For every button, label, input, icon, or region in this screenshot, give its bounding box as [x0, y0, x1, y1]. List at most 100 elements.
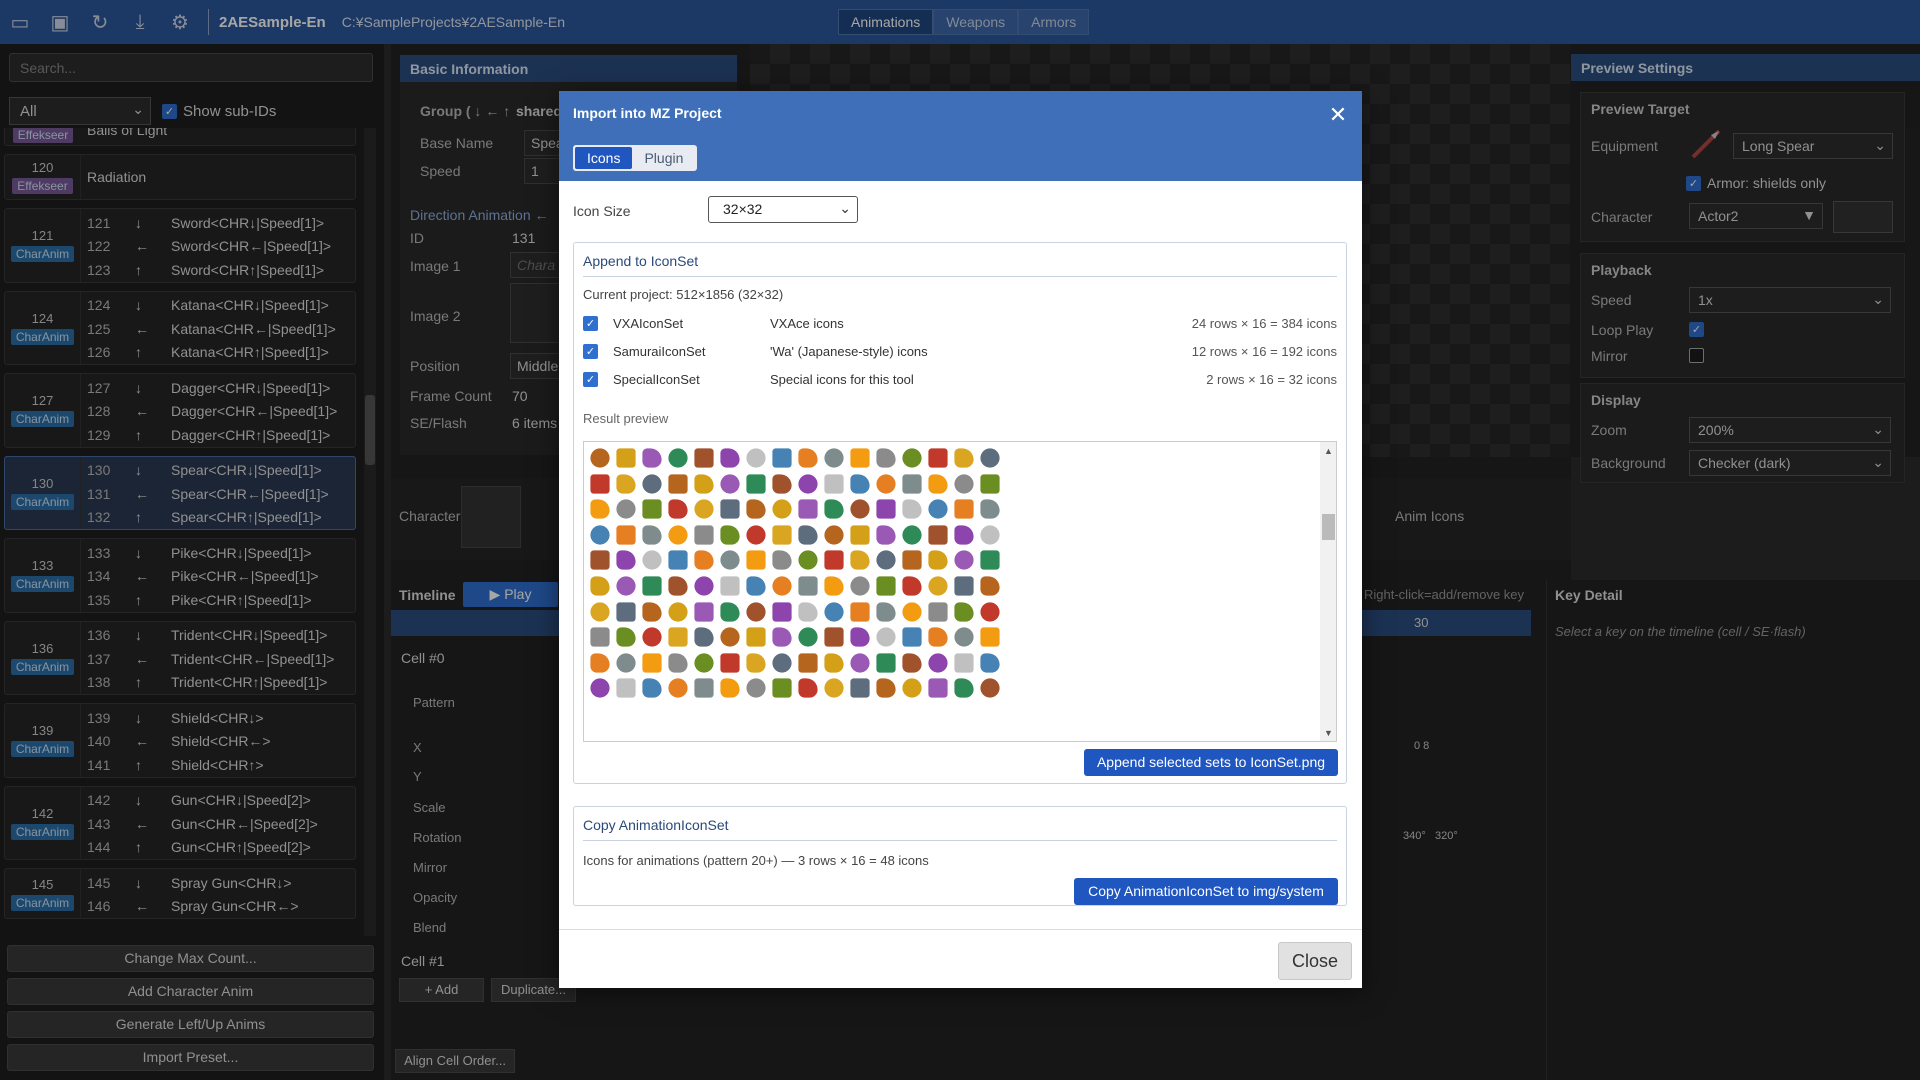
icon-cell	[668, 473, 688, 494]
icon-size-select[interactable]: 32×32 ⌄	[708, 196, 858, 223]
icon-cell	[590, 601, 610, 622]
icon-cell	[928, 473, 948, 494]
icon-cell	[876, 550, 896, 570]
tab-icons[interactable]: Icons	[575, 147, 633, 169]
icon-cell	[824, 601, 844, 622]
icon-cell	[720, 448, 740, 468]
icon-cell	[642, 499, 662, 519]
icon-cell	[616, 627, 636, 647]
icon-cell	[642, 525, 662, 545]
icon-cell	[902, 473, 922, 494]
icon-cell	[772, 601, 792, 622]
icon-cell	[876, 499, 896, 519]
icon-cell	[902, 550, 922, 570]
icon-cell	[642, 576, 662, 596]
icon-cell	[824, 499, 844, 519]
set-description: 'Wa' (Japanese-style) icons	[770, 344, 928, 359]
icon-cell	[798, 627, 818, 647]
icon-cell	[928, 576, 948, 596]
icon-cell	[746, 448, 766, 468]
icon-cell	[642, 550, 662, 570]
append-iconset-section: Append to IconSet Current project: 512×1…	[573, 242, 1347, 784]
dialog-tabs: Icons Plugin	[573, 145, 698, 171]
icon-cell	[694, 550, 714, 570]
icon-cell	[980, 576, 1000, 596]
copy-animationiconset-section: Copy AnimationIconSet Icons for animatio…	[573, 806, 1347, 906]
icon-cell	[668, 601, 688, 622]
icon-cell	[928, 525, 948, 545]
icon-size-label: Icon Size	[573, 203, 631, 219]
icon-cell	[616, 499, 636, 519]
result-preview-area[interactable]: ▲ ▼	[583, 441, 1337, 742]
icon-cell	[876, 576, 896, 596]
preview-scrollbar-thumb[interactable]	[1322, 514, 1335, 540]
icon-cell	[642, 601, 662, 622]
scroll-down-icon[interactable]: ▼	[1324, 728, 1333, 738]
icon-cell	[902, 525, 922, 545]
icon-cell	[772, 448, 792, 468]
iconset-row[interactable]: ✓ SamuraiIconSet 'Wa' (Japanese-style) ico…	[583, 342, 1337, 362]
dialog-title: Import into MZ Project	[573, 105, 722, 121]
icon-cell	[642, 627, 662, 647]
icon-cell	[850, 678, 870, 698]
icon-cell	[616, 653, 636, 673]
icon-cell	[928, 550, 948, 570]
icon-cell	[954, 576, 974, 596]
icon-cell	[616, 678, 636, 698]
current-project-info: Current project: 512×1856 (32×32)	[583, 287, 784, 302]
icon-cell	[590, 499, 610, 519]
icon-cell	[824, 525, 844, 545]
vxaiconset-checkbox[interactable]: ✓	[583, 316, 598, 331]
icon-cell	[616, 601, 636, 622]
set-count: 12 rows × 16 = 192 icons	[1191, 344, 1337, 359]
icon-cell	[668, 653, 688, 673]
append-iconset-title: Append to IconSet	[583, 253, 699, 269]
icon-cell	[850, 448, 870, 468]
icon-cell	[876, 627, 896, 647]
icon-cell	[798, 525, 818, 545]
iconset-row[interactable]: ✓ SpecialIconSet Special icons for this to…	[583, 370, 1337, 390]
icon-cell	[590, 525, 610, 545]
icon-cell	[694, 525, 714, 545]
icon-cell	[876, 448, 896, 468]
icon-cell	[954, 550, 974, 570]
icon-cell	[876, 601, 896, 622]
icon-cell	[746, 525, 766, 545]
icon-cell	[876, 678, 896, 698]
icon-cell	[772, 678, 792, 698]
icon-cell	[850, 601, 870, 622]
section-divider	[583, 840, 1337, 841]
icon-cell	[902, 627, 922, 647]
specialiconset-checkbox[interactable]: ✓	[583, 372, 598, 387]
append-sets-button[interactable]: Append selected sets to IconSet.png	[1084, 749, 1338, 776]
iconset-row[interactable]: ✓ VXAIconSet VXAce icons 24 rows × 16 = 384…	[583, 314, 1337, 334]
close-icon[interactable]: ✕	[1324, 101, 1352, 129]
icon-cell	[850, 525, 870, 545]
icon-cell	[668, 499, 688, 519]
icon-cell	[902, 448, 922, 468]
icon-cell	[746, 627, 766, 647]
copy-animationiconset-button[interactable]: Copy AnimationIconSet to img/system	[1074, 878, 1338, 905]
icon-cell	[746, 499, 766, 519]
icon-cell	[850, 653, 870, 673]
preview-scrollbar[interactable]	[1320, 442, 1336, 741]
tab-plugin[interactable]: Plugin	[632, 147, 695, 169]
icon-cell	[876, 653, 896, 673]
scroll-up-icon[interactable]: ▲	[1324, 446, 1333, 456]
icon-cell	[824, 627, 844, 647]
icon-cell	[694, 601, 714, 622]
icon-cell	[720, 601, 740, 622]
icon-cell	[798, 678, 818, 698]
icon-cell	[902, 653, 922, 673]
icon-cell	[980, 601, 1000, 622]
samuraiiconset-checkbox[interactable]: ✓	[583, 344, 598, 359]
icon-cell	[616, 550, 636, 570]
close-button[interactable]: Close	[1278, 942, 1352, 980]
icon-cell	[798, 601, 818, 622]
set-description: VXAce icons	[770, 316, 844, 331]
result-preview-label: Result preview	[583, 411, 669, 426]
set-name: SpecialIconSet	[613, 372, 700, 387]
icon-cell	[720, 550, 740, 570]
icon-cell	[980, 499, 1000, 519]
icon-cell	[902, 601, 922, 622]
